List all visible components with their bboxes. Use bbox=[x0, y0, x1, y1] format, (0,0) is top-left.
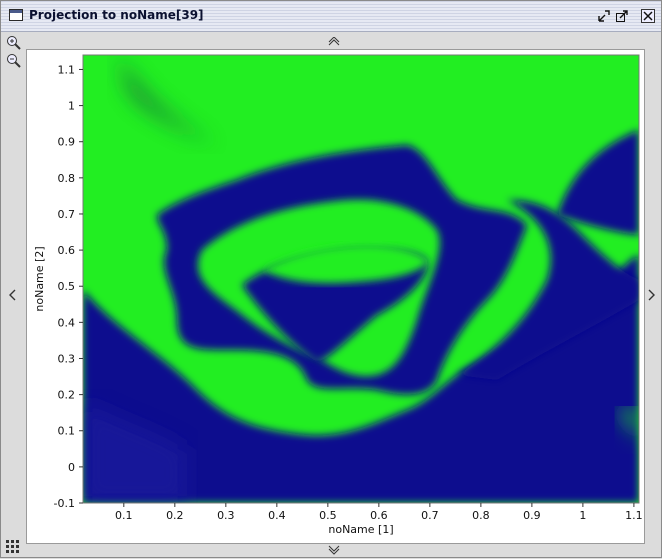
x-tick-label: 0.1 bbox=[115, 509, 133, 522]
close-icon[interactable] bbox=[641, 9, 655, 23]
y-tick-label: -0.1 bbox=[54, 497, 75, 510]
maximize-icon[interactable] bbox=[615, 9, 629, 23]
y-tick-label: 0.9 bbox=[58, 136, 76, 149]
minimize-icon[interactable] bbox=[597, 9, 611, 23]
x-tick-label: 0.2 bbox=[166, 509, 184, 522]
window-title: Projection to noName[39] bbox=[29, 8, 204, 22]
plot-area[interactable]: 0.1 0.2 0.3 0.4 0.5 0.6 0.7 0.8 0.9 1 1.1 -0.1 0 0.1… bbox=[26, 49, 645, 544]
x-tick-label: 0.7 bbox=[421, 509, 439, 522]
x-tick-label: 0.3 bbox=[217, 509, 235, 522]
y-tick-label: 0.2 bbox=[58, 389, 76, 402]
zoom-out-icon[interactable] bbox=[6, 53, 22, 69]
y-tick-label: 1.1 bbox=[58, 63, 76, 76]
y-tick-label: 0.4 bbox=[58, 316, 76, 329]
x-tick-label: 1.1 bbox=[625, 509, 643, 522]
title-bar[interactable]: Projection to noName[39] bbox=[1, 1, 661, 32]
x-tick-label: 1 bbox=[579, 509, 586, 522]
projection-window: Projection to noName[39] 0.1 0.2 0.3 0.4… bbox=[0, 0, 662, 558]
y-tick-label: 0.1 bbox=[58, 425, 76, 438]
y-axis-label: noName [2] bbox=[33, 246, 46, 311]
scroll-right-arrow[interactable] bbox=[647, 289, 657, 304]
scroll-down-arrow[interactable] bbox=[328, 545, 340, 558]
y-tick-label: 0.7 bbox=[58, 208, 76, 221]
x-tick-label: 0.6 bbox=[370, 509, 388, 522]
y-tick-label: 0.8 bbox=[58, 172, 76, 185]
grid-menu-icon[interactable] bbox=[5, 539, 21, 555]
x-axis-label: noName [1] bbox=[328, 523, 393, 536]
x-tick-label: 0.8 bbox=[472, 509, 490, 522]
scroll-left-arrow[interactable] bbox=[7, 289, 17, 304]
x-tick-label: 0.9 bbox=[523, 509, 541, 522]
heatmap-svg[interactable]: 0.1 0.2 0.3 0.4 0.5 0.6 0.7 0.8 0.9 1 1.1 -0.1 0 0.1… bbox=[27, 50, 644, 543]
window-icon bbox=[9, 9, 23, 21]
y-axis-ticks: -0.1 0 0.1 0.2 0.3 0.4 0.5 0.6 0.7 0.8 0.9 1 1.1 bbox=[54, 63, 83, 510]
y-tick-label: 1 bbox=[68, 100, 75, 113]
y-tick-label: 0.5 bbox=[58, 280, 76, 293]
x-tick-label: 0.5 bbox=[319, 509, 337, 522]
x-tick-label: 0.4 bbox=[268, 509, 286, 522]
y-tick-label: 0.6 bbox=[58, 244, 76, 257]
y-tick-label: 0 bbox=[68, 461, 75, 474]
y-tick-label: 0.3 bbox=[58, 352, 76, 365]
zoom-in-icon[interactable] bbox=[6, 35, 22, 51]
heatmap-image bbox=[83, 55, 639, 503]
x-axis-ticks: 0.1 0.2 0.3 0.4 0.5 0.6 0.7 0.8 0.9 1 1.1 bbox=[115, 503, 643, 522]
